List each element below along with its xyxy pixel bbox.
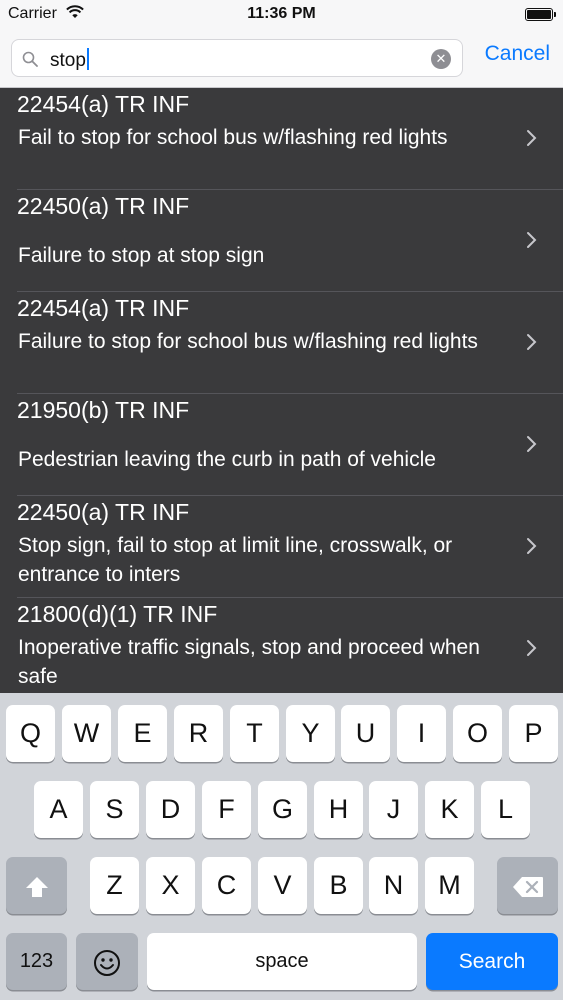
key-d[interactable]: D	[146, 781, 195, 838]
numbers-key[interactable]: 123	[6, 933, 67, 990]
chevron-right-icon	[527, 436, 537, 452]
key-c[interactable]: C	[202, 857, 251, 914]
result-description: Pedestrian leaving the curb in path of v…	[18, 448, 436, 471]
key-m[interactable]: M	[425, 857, 474, 914]
result-code: 22454(a) TR INF	[17, 295, 190, 321]
key-s[interactable]: S	[90, 781, 139, 838]
key-r[interactable]: R	[174, 705, 223, 762]
key-p[interactable]: P	[509, 705, 558, 762]
key-b[interactable]: B	[314, 857, 363, 914]
result-code: 21950(b) TR INF	[17, 397, 190, 423]
space-key[interactable]: space	[147, 933, 417, 990]
chevron-right-icon	[527, 232, 537, 248]
delete-key[interactable]	[497, 857, 558, 914]
cancel-button[interactable]: Cancel	[485, 42, 550, 66]
result-code: 22454(a) TR INF	[17, 91, 190, 117]
result-description: Fail to stop for school bus w/flashing r…	[18, 126, 448, 149]
battery-fill	[527, 10, 551, 19]
emoji-key[interactable]	[76, 933, 138, 990]
key-x[interactable]: X	[146, 857, 195, 914]
emoji-icon	[94, 949, 120, 976]
key-o[interactable]: O	[453, 705, 502, 762]
key-u[interactable]: U	[341, 705, 390, 762]
key-t[interactable]: T	[230, 705, 279, 762]
clear-circle-icon[interactable]: ✕	[431, 49, 451, 69]
search-query-text: stop	[50, 50, 86, 71]
magnifier-icon	[22, 51, 38, 67]
key-i[interactable]: I	[397, 705, 446, 762]
key-z[interactable]: Z	[90, 857, 139, 914]
result-code: 22450(a) TR INF	[17, 499, 190, 525]
result-code: 22450(a) TR INF	[17, 193, 190, 219]
search-query: stop	[50, 48, 89, 72]
result-row[interactable]: 22454(a) TR INF Failure to stop for scho…	[0, 292, 563, 394]
key-e[interactable]: E	[118, 705, 167, 762]
search-input[interactable]: stop ✕	[11, 39, 463, 77]
result-description: Inoperative traffic signals, stop and pr…	[18, 636, 480, 688]
result-row[interactable]: 22450(a) TR INF Stop sign, fail to stop …	[0, 496, 563, 598]
key-a[interactable]: A	[34, 781, 83, 838]
results-list: 22454(a) TR INF Fail to stop for school …	[0, 88, 563, 693]
chevron-right-icon	[527, 130, 537, 146]
key-j[interactable]: J	[369, 781, 418, 838]
search-key[interactable]: Search	[426, 933, 558, 990]
key-n[interactable]: N	[369, 857, 418, 914]
chevron-right-icon	[527, 538, 537, 554]
chevron-right-icon	[527, 640, 537, 656]
key-v[interactable]: V	[258, 857, 307, 914]
key-h[interactable]: H	[314, 781, 363, 838]
shift-arrow-icon	[25, 876, 48, 897]
key-q[interactable]: Q	[6, 705, 55, 762]
result-row[interactable]: 21950(b) TR INF Pedestrian leaving the c…	[0, 394, 563, 496]
shift-key[interactable]	[6, 857, 67, 914]
key-k[interactable]: K	[425, 781, 474, 838]
text-caret	[86, 48, 89, 70]
result-code: 21800(d)(1) TR INF	[17, 601, 218, 627]
key-w[interactable]: W	[62, 705, 111, 762]
result-description: Stop sign, fail to stop at limit line, c…	[18, 534, 453, 586]
key-f[interactable]: F	[202, 781, 251, 838]
chevron-right-icon	[527, 334, 537, 350]
result-description: Failure to stop at stop sign	[18, 244, 265, 267]
result-row[interactable]: 22450(a) TR INF Failure to stop at stop …	[0, 190, 563, 292]
battery-nub	[553, 12, 556, 17]
result-description: Failure to stop for school bus w/flashin…	[18, 330, 478, 353]
keyboard: Q W E R T Y U I O P A S D F G H J K L Z …	[0, 693, 563, 1000]
key-g[interactable]: G	[258, 781, 307, 838]
result-row[interactable]: 22454(a) TR INF Fail to stop for school …	[0, 88, 563, 190]
key-y[interactable]: Y	[286, 705, 335, 762]
backspace-icon	[512, 876, 543, 897]
battery-icon	[525, 8, 556, 21]
clock: 11:36 PM	[247, 5, 316, 22]
key-l[interactable]: L	[481, 781, 530, 838]
status-bar: Carrier 11:36 PM	[0, 0, 563, 30]
search-header: stop ✕ Cancel	[0, 30, 563, 88]
result-row[interactable]: 21800(d)(1) TR INF Inoperative traffic s…	[0, 598, 563, 693]
